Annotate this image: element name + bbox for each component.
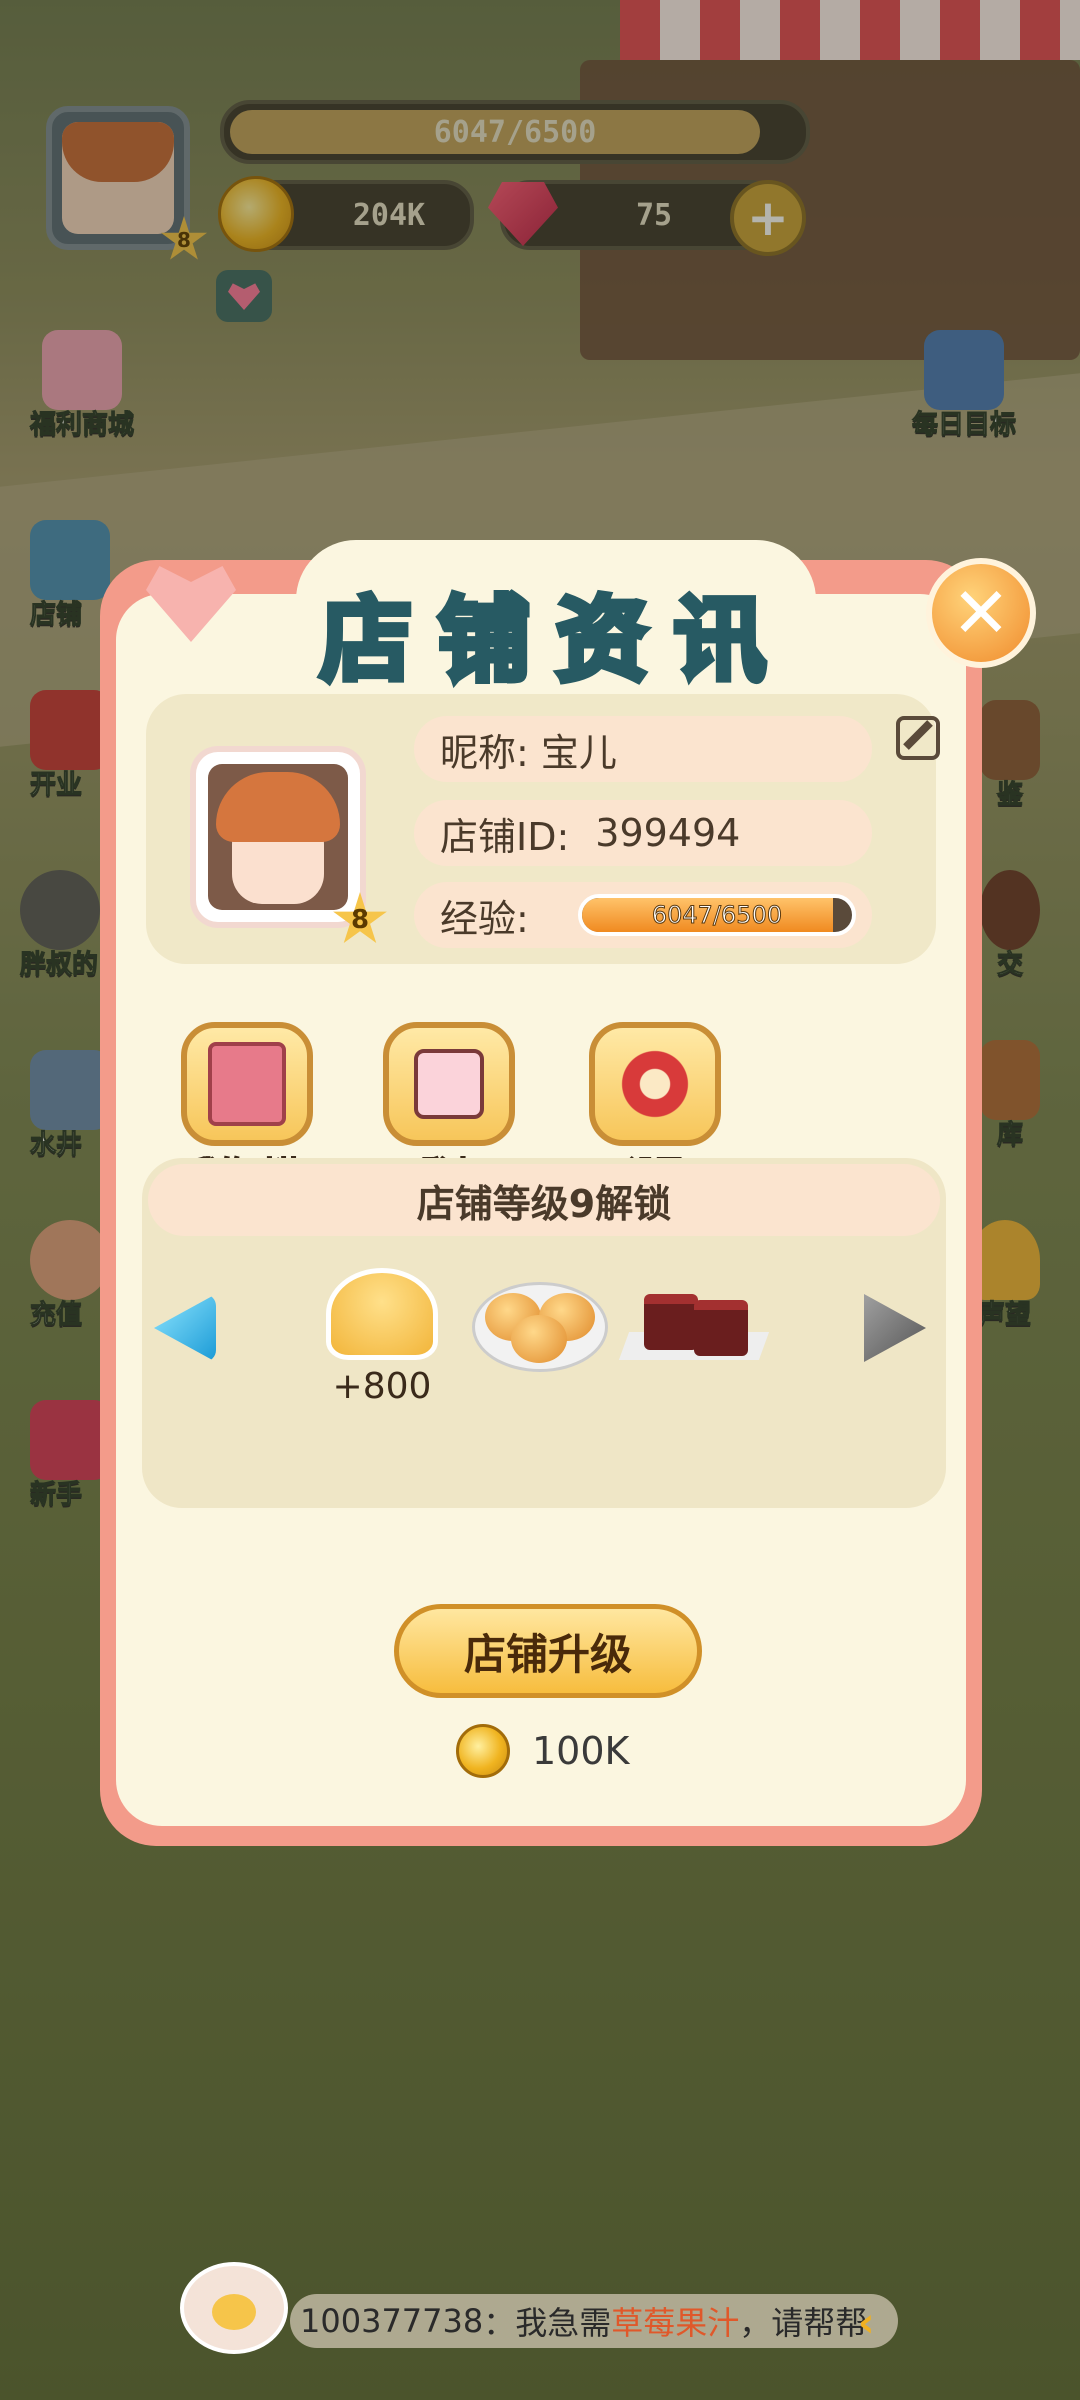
chevron-left-icon[interactable]: ‹ xyxy=(858,2300,874,2346)
logout-icon[interactable] xyxy=(383,1022,515,1146)
chat-icon[interactable] xyxy=(180,2262,288,2354)
coin-icon xyxy=(456,1724,510,1778)
exp-row: 经验: 6047/6500 xyxy=(414,882,872,948)
shop-info-dialog: 店铺资讯 ✕ 8 昵称: 宝儿 店铺ID: 399494 经验: 6047/65… xyxy=(100,540,1036,1846)
dialog-panel: 店铺资讯 ✕ 8 昵称: 宝儿 店铺ID: 399494 经验: 6047/65… xyxy=(116,540,1036,1826)
profile-exp-bar: 6047/6500 xyxy=(578,894,856,936)
upgrade-cost-value: 100K xyxy=(532,1729,630,1773)
arrow-right-icon[interactable] xyxy=(864,1294,926,1362)
reward-item xyxy=(472,1282,608,1372)
shop-id-row: 店铺ID: 399494 xyxy=(414,800,872,866)
upgrade-label: 店铺升级 xyxy=(463,1629,632,1679)
arrow-left-icon[interactable] xyxy=(154,1294,216,1362)
unlock-title: 店铺等级9解锁 xyxy=(148,1164,940,1236)
gear-icon[interactable] xyxy=(589,1022,721,1146)
nickname-value: 宝儿 xyxy=(540,730,617,775)
nickname-label: 昵称: xyxy=(440,730,529,775)
chat-message-bar[interactable]: 100377738 ：我急需 草莓果汁 ，请帮帮 xyxy=(290,2294,898,2348)
shop-id-value: 399494 xyxy=(595,811,741,855)
reward-item: +800 xyxy=(326,1268,438,1407)
upgrade-shop-button[interactable]: 店铺升级 xyxy=(394,1604,702,1698)
dialog-title: 店铺资讯 xyxy=(317,584,792,697)
profile-card: 8 昵称: 宝儿 店铺ID: 399494 经验: 6047/6500 xyxy=(146,694,940,964)
chat-text: ：我急需 xyxy=(483,2304,612,2342)
chat-text-end: ，请帮帮 xyxy=(739,2304,868,2342)
shop-id-label: 店铺ID: xyxy=(440,814,570,859)
reward-amount: +800 xyxy=(332,1366,432,1407)
upgrade-cost: 100K xyxy=(456,1724,629,1778)
buns-plate-icon xyxy=(472,1282,608,1372)
edit-icon[interactable] xyxy=(896,716,940,760)
cake-tray-icon xyxy=(618,1280,770,1366)
close-icon: ✕ xyxy=(951,572,1011,654)
unlock-card: 店铺等级9解锁 +800 xyxy=(142,1158,946,1508)
wardrobe-icon[interactable] xyxy=(181,1022,313,1146)
profile-exp-text: 6047/6500 xyxy=(651,901,783,930)
heart-decoration-icon xyxy=(146,562,236,642)
profile-portrait: 8 xyxy=(196,752,387,943)
chat-highlight: 草莓果汁 xyxy=(611,2304,740,2342)
muffin-icon xyxy=(326,1268,438,1360)
reward-item xyxy=(618,1280,770,1366)
exp-label: 经验: xyxy=(440,896,529,941)
nickname-row: 昵称: 宝儿 xyxy=(414,716,872,782)
chat-user-id: 100377738 xyxy=(300,2302,484,2340)
close-button[interactable]: ✕ xyxy=(926,558,1036,668)
